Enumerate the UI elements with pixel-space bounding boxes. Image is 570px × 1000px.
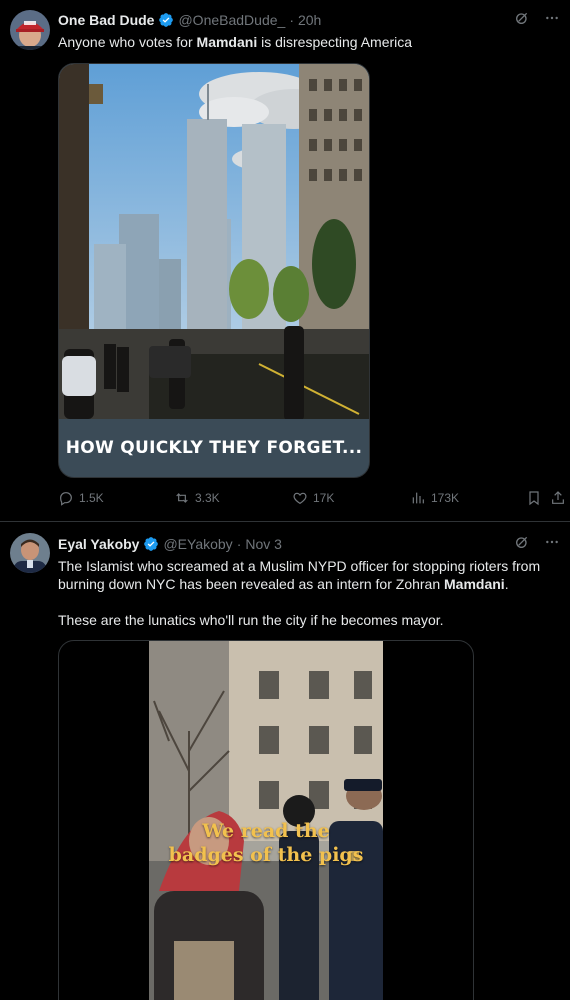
tweet-paragraph-2: These are the lunatics who'll run the ci… bbox=[58, 612, 444, 628]
tweet-divider bbox=[0, 521, 570, 522]
tweet-text: Anyone who votes for Mamdani is disrespe… bbox=[58, 33, 556, 51]
tweet-header: Eyal Yakoby @EYakoby · Nov 3 bbox=[58, 534, 560, 554]
timestamp[interactable]: Nov 3 bbox=[245, 536, 282, 552]
tweet-actions: 1.5K 3.3K 17K 173K bbox=[58, 490, 564, 510]
verified-badge-icon bbox=[159, 13, 174, 27]
tweet-paragraph-1: The Islamist who screamed at a Muslim NY… bbox=[58, 557, 556, 593]
tweet-image[interactable]: HOW QUICKLY THEY FORGET... bbox=[58, 63, 370, 478]
view-count: 173K bbox=[431, 491, 460, 505]
avatar[interactable] bbox=[10, 10, 50, 50]
tweet-text-bold[interactable]: Mamdani bbox=[444, 576, 505, 592]
handle[interactable]: @EYakoby bbox=[163, 536, 232, 552]
grok-icon[interactable] bbox=[514, 10, 530, 26]
display-name[interactable]: One Bad Dude bbox=[58, 12, 154, 28]
separator: · bbox=[289, 12, 294, 28]
header-actions bbox=[514, 534, 560, 550]
repost-count: 3.3K bbox=[195, 491, 220, 505]
tweet-video[interactable]: We read the badges of the pigs bbox=[58, 640, 474, 1000]
tweet-one-bad-dude[interactable]: One Bad Dude @OneBadDude_ · 20h Anyone w… bbox=[0, 0, 570, 522]
tweet-eyal-yakoby[interactable]: Eyal Yakoby @EYakoby · Nov 3 The Islamis… bbox=[0, 523, 570, 1000]
tweet-text-part: . bbox=[504, 576, 509, 592]
tweet-text-bold[interactable]: Mamdani bbox=[197, 34, 258, 50]
header-actions bbox=[514, 10, 560, 26]
repost-icon bbox=[176, 493, 188, 503]
timestamp[interactable]: 20h bbox=[298, 12, 321, 28]
more-icon[interactable] bbox=[544, 534, 560, 550]
video-caption-overlay: We read the badges of the pigs bbox=[149, 819, 383, 867]
video-caption-line-1: We read the bbox=[202, 820, 330, 842]
bookmark-icon bbox=[529, 491, 539, 506]
avatar[interactable] bbox=[10, 533, 50, 573]
tweet-text-part: Anyone who votes for bbox=[58, 34, 197, 50]
display-name[interactable]: Eyal Yakoby bbox=[58, 536, 139, 552]
reply-button[interactable]: 1.5K bbox=[58, 490, 104, 506]
tweet-text: The Islamist who screamed at a Muslim NY… bbox=[58, 557, 556, 629]
handle[interactable]: @OneBadDude_ bbox=[178, 12, 285, 28]
reply-count: 1.5K bbox=[79, 491, 104, 505]
tweet-header: One Bad Dude @OneBadDude_ · 20h bbox=[58, 10, 560, 30]
like-count: 17K bbox=[313, 491, 335, 505]
media-caption: HOW QUICKLY THEY FORGET... bbox=[59, 419, 369, 477]
repost-button[interactable]: 3.3K bbox=[174, 490, 220, 506]
separator: · bbox=[236, 536, 242, 552]
verified-badge-icon bbox=[144, 537, 159, 551]
like-icon bbox=[293, 492, 307, 505]
reply-icon bbox=[60, 492, 72, 506]
grok-icon[interactable] bbox=[514, 534, 530, 550]
share-icon bbox=[552, 491, 564, 504]
views-button[interactable]: 173K bbox=[410, 490, 459, 506]
like-button[interactable]: 17K bbox=[292, 490, 334, 506]
video-frame[interactable]: We read the badges of the pigs bbox=[149, 641, 383, 1000]
twin-towers-photo bbox=[59, 64, 369, 424]
more-icon[interactable] bbox=[544, 10, 560, 26]
views-icon bbox=[412, 492, 424, 504]
share-button[interactable] bbox=[550, 490, 566, 506]
bookmark-button[interactable] bbox=[526, 490, 542, 506]
tweet-text-part: is disrespecting America bbox=[257, 34, 413, 50]
video-caption-line-2: badges of the pigs bbox=[168, 844, 364, 866]
